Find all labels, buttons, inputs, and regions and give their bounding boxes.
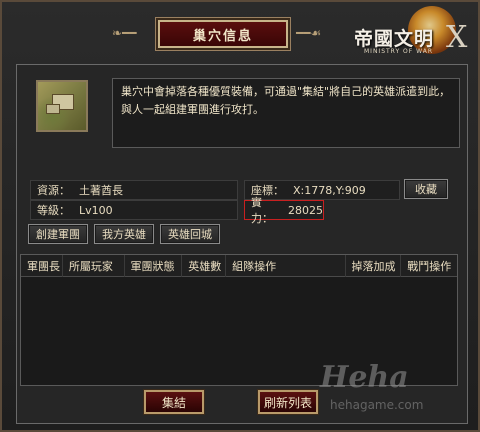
title-ornament-left: ❧━━ <box>112 26 137 40</box>
power-label: 實力： <box>251 196 273 225</box>
logo-title: 帝國文明 <box>354 28 435 50</box>
logo-x-icon: X <box>446 20 468 55</box>
level-row: 等級： Lv100 <box>30 200 238 220</box>
source-row: 資源： 土著酋長 <box>30 180 238 200</box>
column-header-status[interactable]: 軍團狀態 <box>125 254 183 277</box>
my-hero-button[interactable]: 我方英雄 <box>94 224 154 244</box>
nest-description: 巢穴中會掉落各種優質裝備，可通過"集結"將自己的英雄派遣到此，與人一起組建軍團進… <box>112 78 460 148</box>
column-header-legion-leader[interactable]: 軍團長 <box>21 254 63 277</box>
building-icon <box>46 104 60 114</box>
level-label: 等級： <box>37 204 70 217</box>
gather-button[interactable]: 集結 <box>144 390 204 414</box>
source-label: 資源： <box>37 184 70 197</box>
watermark-big: Heha <box>320 360 409 395</box>
power-value: 28025 <box>288 203 323 217</box>
column-header-player[interactable]: 所屬玩家 <box>63 254 125 277</box>
coordinate-value: X:1778,Y:909 <box>293 183 366 197</box>
column-header-drop-bonus[interactable]: 掉落加成 <box>346 254 402 277</box>
game-logo: 帝國文明 MINISTRY OF WAR X <box>350 6 470 62</box>
refresh-list-button[interactable]: 刷新列表 <box>258 390 318 414</box>
watermark-url: hehagame.com <box>330 398 424 412</box>
column-header-battle-action[interactable]: 戰鬥操作 <box>401 255 457 277</box>
column-header-team-action[interactable]: 組隊操作 <box>226 254 346 277</box>
nest-thumbnail <box>36 80 88 132</box>
create-legion-button[interactable]: 創建軍團 <box>28 224 88 244</box>
title-ornament-right: ━━☙ <box>296 26 322 40</box>
power-row: 實力： 28025 <box>244 196 324 225</box>
window-title: 巢穴信息 <box>158 20 288 48</box>
hero-return-button[interactable]: 英雄回城 <box>160 224 220 244</box>
source-value: 土著酋長 <box>79 184 123 197</box>
collect-button[interactable]: 收藏 <box>404 179 448 199</box>
level-value: Lv100 <box>79 203 113 217</box>
watermark-logo: Heha hehagame.com <box>320 360 470 420</box>
logo-subtitle: MINISTRY OF WAR <box>364 48 433 55</box>
table-header: 軍團長 所屬玩家 軍團狀態 英雄數 組隊操作 掉落加成 戰鬥操作 <box>21 254 457 277</box>
column-header-hero-count[interactable]: 英雄數 <box>182 254 227 277</box>
